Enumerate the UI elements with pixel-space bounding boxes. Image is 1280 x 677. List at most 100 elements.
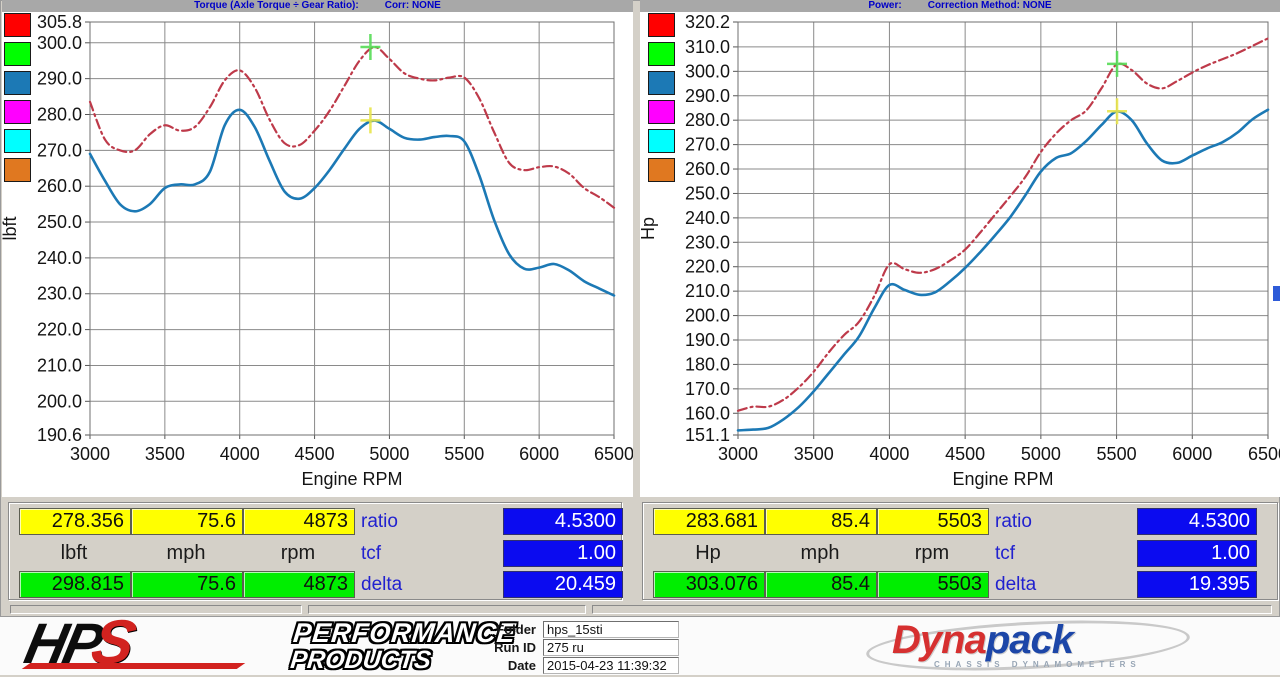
y-tick-label: 280.0 [685, 110, 730, 130]
y-tick-label: 270.0 [685, 135, 730, 155]
y-tick-label: 305.8 [37, 12, 82, 32]
x-tick-label: 4500 [945, 444, 985, 464]
dynapack-logo: Dynapack CHASSIS DYNAMOMETERS [862, 619, 1198, 673]
power-cursor-value: 283.681 [653, 508, 765, 535]
speed-unit-label: mph [765, 540, 875, 566]
torque-reference-value: 298.815 [19, 571, 131, 598]
power-chart-title: Power: [868, 0, 901, 12]
torque-cursor-value: 278.356 [19, 508, 131, 535]
x-tick-label: 3500 [145, 444, 185, 464]
y-tick-label: 230.0 [685, 232, 730, 252]
current-run-torque-curve [90, 110, 614, 296]
power-readout-panel: 283.681 85.4 5503 Hp mph rpm 303.076 85.… [642, 502, 1278, 600]
ratio-label: ratio [995, 508, 1085, 535]
x-tick-label: 6000 [519, 444, 559, 464]
torque-correction-label: Corr: NONE [385, 0, 441, 12]
legend-swatch[interactable] [4, 42, 31, 66]
x-tick-label: 6000 [1172, 444, 1212, 464]
date-field: Date2015-04-23 11:39:32 [470, 657, 679, 674]
x-tick-label: 4000 [869, 444, 909, 464]
x-tick-label: 6500 [1248, 444, 1280, 464]
y-tick-label: 220.0 [685, 257, 730, 277]
power-plot-area[interactable]: 3000 3500 4000 4500 5000 5500 6000 6500 320.2 310… [640, 0, 1280, 497]
legend-swatch[interactable] [648, 71, 675, 95]
torque-chart-title: Torque (Axle Torque ÷ Gear Ratio): [194, 0, 359, 12]
y-tick-label: 200.0 [685, 306, 730, 326]
power-correction-label: Correction Method: NONE [928, 0, 1052, 12]
power-unit-label: Hp [653, 540, 763, 566]
dynapack-logo-dyna: Dyna [892, 618, 986, 662]
tcf-value: 1.00 [503, 540, 623, 567]
y-tick-label: 320.2 [685, 12, 730, 32]
x-tick-label: 5000 [1021, 444, 1061, 464]
power-legend [648, 13, 675, 187]
legend-swatch[interactable] [648, 13, 675, 37]
legend-swatch[interactable] [4, 13, 31, 37]
y-tick-label: 250.0 [37, 212, 82, 232]
hps-logo-swoosh [22, 663, 246, 669]
torque-plot-area[interactable]: 30003500400045005000550060006500305.8300… [2, 0, 633, 497]
torque-chart-panel: Torque (Axle Torque ÷ Gear Ratio): Corr:… [2, 0, 633, 497]
edge-handle[interactable] [1273, 286, 1280, 301]
legend-swatch[interactable] [4, 71, 31, 95]
ratio-label: ratio [361, 508, 451, 535]
previous-run-torque-curve [90, 47, 614, 208]
date-label: Date [470, 657, 543, 674]
y-tick-label: 230.0 [37, 284, 82, 304]
power-reference-value: 303.076 [653, 571, 765, 598]
y-tick-label: 190.0 [685, 330, 730, 350]
y-tick-label: 300.0 [685, 61, 730, 81]
x-tick-label: 3500 [794, 444, 834, 464]
torque-chart-title-bar: Torque (Axle Torque ÷ Gear Ratio): Corr:… [2, 0, 633, 12]
tcf-label: tcf [361, 540, 451, 567]
power-chart-title-bar: Power: Correction Method: NONE [640, 0, 1280, 12]
y-tick-label: 260.0 [37, 176, 82, 196]
y-tick-label: 290.0 [685, 86, 730, 106]
legend-swatch[interactable] [4, 158, 31, 182]
x-axis-title: Engine RPM [952, 469, 1053, 489]
x-axis-title: Engine RPM [301, 469, 402, 489]
legend-swatch[interactable] [648, 129, 675, 153]
y-tick-label: 250.0 [685, 183, 730, 203]
power-reference-speed: 85.4 [765, 571, 877, 598]
y-axis-title: Hp [640, 217, 658, 240]
torque-cursor-rpm: 4873 [243, 508, 355, 535]
hps-logo: HPS [26, 618, 281, 674]
run-id-input[interactable]: 275 ru [543, 639, 679, 656]
status-bar-segment [592, 605, 1272, 614]
y-tick-label: 280.0 [37, 104, 82, 124]
date-input[interactable]: 2015-04-23 11:39:32 [543, 657, 679, 674]
x-tick-label: 5500 [1097, 444, 1137, 464]
footer-bar: HPS PERFORMANCE PRODUCTS Folderhps_15sti… [0, 616, 1280, 675]
speed-unit-label: mph [131, 540, 241, 566]
legend-swatch[interactable] [4, 100, 31, 124]
legend-swatch[interactable] [648, 100, 675, 124]
run-id-field: Run ID275 ru [470, 639, 679, 656]
tcf-value: 1.00 [1137, 540, 1257, 567]
folder-input[interactable]: hps_15sti [543, 621, 679, 638]
torque-cursor-speed: 75.6 [131, 508, 243, 535]
delta-value: 20.459 [503, 571, 623, 598]
y-tick-label: 180.0 [685, 354, 730, 374]
x-tick-label: 3000 [718, 444, 758, 464]
x-tick-label: 5000 [369, 444, 409, 464]
delta-value: 19.395 [1137, 571, 1257, 598]
legend-swatch[interactable] [648, 42, 675, 66]
tcf-label: tcf [995, 540, 1085, 567]
delta-label: delta [361, 571, 451, 598]
y-tick-label: 310.0 [685, 37, 730, 57]
torque-readout-panel: 278.356 75.6 4873 lbft mph rpm 298.815 7… [8, 502, 622, 600]
y-tick-label: 200.0 [37, 391, 82, 411]
y-tick-label: 151.1 [685, 425, 730, 445]
torque-reference-speed: 75.6 [131, 571, 243, 598]
y-tick-label: 210.0 [37, 355, 82, 375]
y-tick-label: 240.0 [685, 208, 730, 228]
y-tick-label: 160.0 [685, 403, 730, 423]
y-tick-label: 210.0 [685, 281, 730, 301]
peak-marker [360, 107, 380, 133]
power-chart-panel: Power: Correction Method: NONE 3000 3500 4… [640, 0, 1280, 497]
legend-swatch[interactable] [4, 129, 31, 153]
legend-swatch[interactable] [648, 158, 675, 182]
rpm-unit-label: rpm [243, 540, 353, 566]
power-cursor-speed: 85.4 [765, 508, 877, 535]
